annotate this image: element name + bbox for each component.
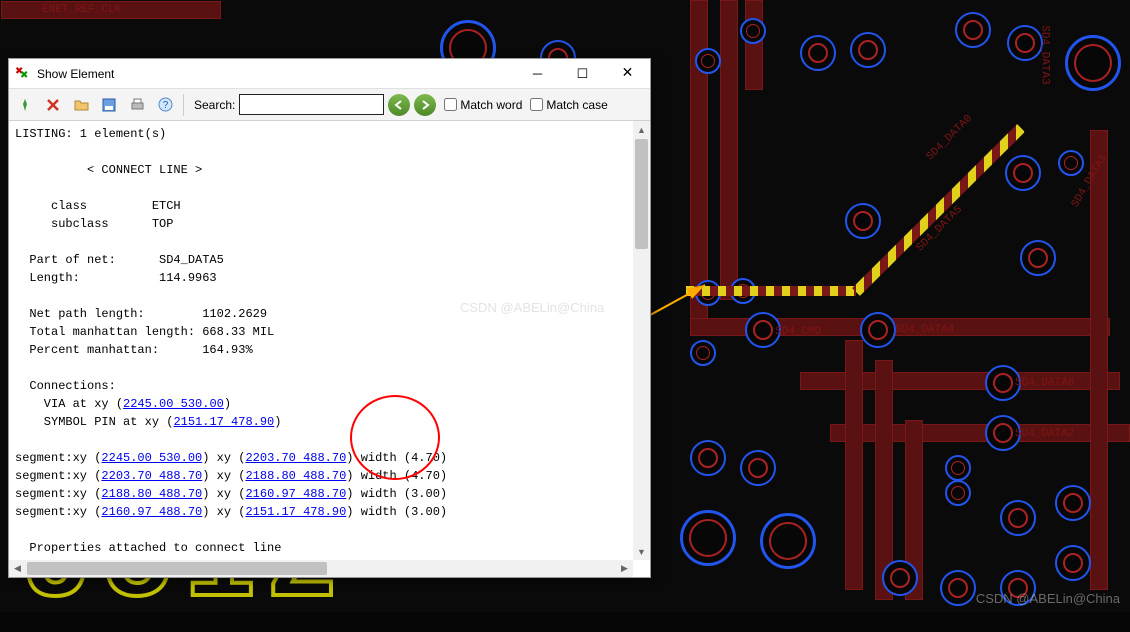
coord-link[interactable]: 2160.97 488.70	[245, 487, 346, 501]
watermark-center: CSDN @ABELin@China	[460, 300, 604, 315]
delete-icon[interactable]	[41, 93, 65, 117]
net-label: SD4_DATA4	[895, 324, 954, 336]
search-input[interactable]	[239, 94, 384, 115]
net-label: SD4_DATA2	[1015, 428, 1074, 440]
coord-link[interactable]: 2188.80 488.70	[245, 469, 346, 483]
help-icon[interactable]: ?	[153, 93, 177, 117]
coord-link[interactable]: 2245.00 530.00	[101, 451, 202, 465]
save-icon[interactable]	[97, 93, 121, 117]
net-label: ENET_REF_CLK	[42, 4, 121, 16]
match-case-checkbox[interactable]: Match case	[530, 98, 607, 112]
match-word-checkbox[interactable]: Match word	[444, 98, 522, 112]
pin-icon[interactable]	[13, 93, 37, 117]
search-prev-button[interactable]	[388, 94, 410, 116]
coord-link[interactable]: 2245.00 530.00	[123, 397, 224, 411]
net-label: SD4_DATA6	[1015, 377, 1074, 389]
svg-text:?: ?	[162, 100, 168, 111]
horizontal-scrollbar[interactable]: ◀▶	[9, 560, 633, 577]
watermark-corner: CSDN @ABELin@China	[976, 591, 1120, 606]
app-icon	[15, 66, 31, 82]
net-label: SD4_DATA3	[1039, 25, 1051, 84]
listing-content[interactable]: LISTING: 1 element(s) < CONNECT LINE > c…	[9, 121, 633, 560]
coord-link[interactable]: 2203.70 488.70	[101, 469, 202, 483]
close-button[interactable]: ✕	[605, 60, 650, 88]
print-icon[interactable]	[125, 93, 149, 117]
coord-link[interactable]: 2151.17 478.90	[245, 505, 346, 519]
net-label: SD4_CMD	[775, 326, 821, 338]
coord-link[interactable]: 2203.70 488.70	[245, 451, 346, 465]
search-next-button[interactable]	[414, 94, 436, 116]
window-title: Show Element	[37, 67, 515, 81]
minimize-button[interactable]: ─	[515, 60, 560, 88]
maximize-button[interactable]: ☐	[560, 60, 605, 88]
toolbar: ? Search: Match word Match case	[9, 89, 650, 121]
coord-link[interactable]: 2188.80 488.70	[101, 487, 202, 501]
search-label: Search:	[194, 98, 235, 112]
coord-link[interactable]: 2151.17 478.90	[173, 415, 274, 429]
open-icon[interactable]	[69, 93, 93, 117]
show-element-window: Show Element ─ ☐ ✕ ? Search:	[8, 58, 651, 578]
highlighted-track-horiz	[686, 286, 856, 296]
coord-link[interactable]: 2160.97 488.70	[101, 505, 202, 519]
titlebar[interactable]: Show Element ─ ☐ ✕	[9, 59, 650, 89]
vertical-scrollbar[interactable]: ▲▼	[633, 121, 650, 560]
